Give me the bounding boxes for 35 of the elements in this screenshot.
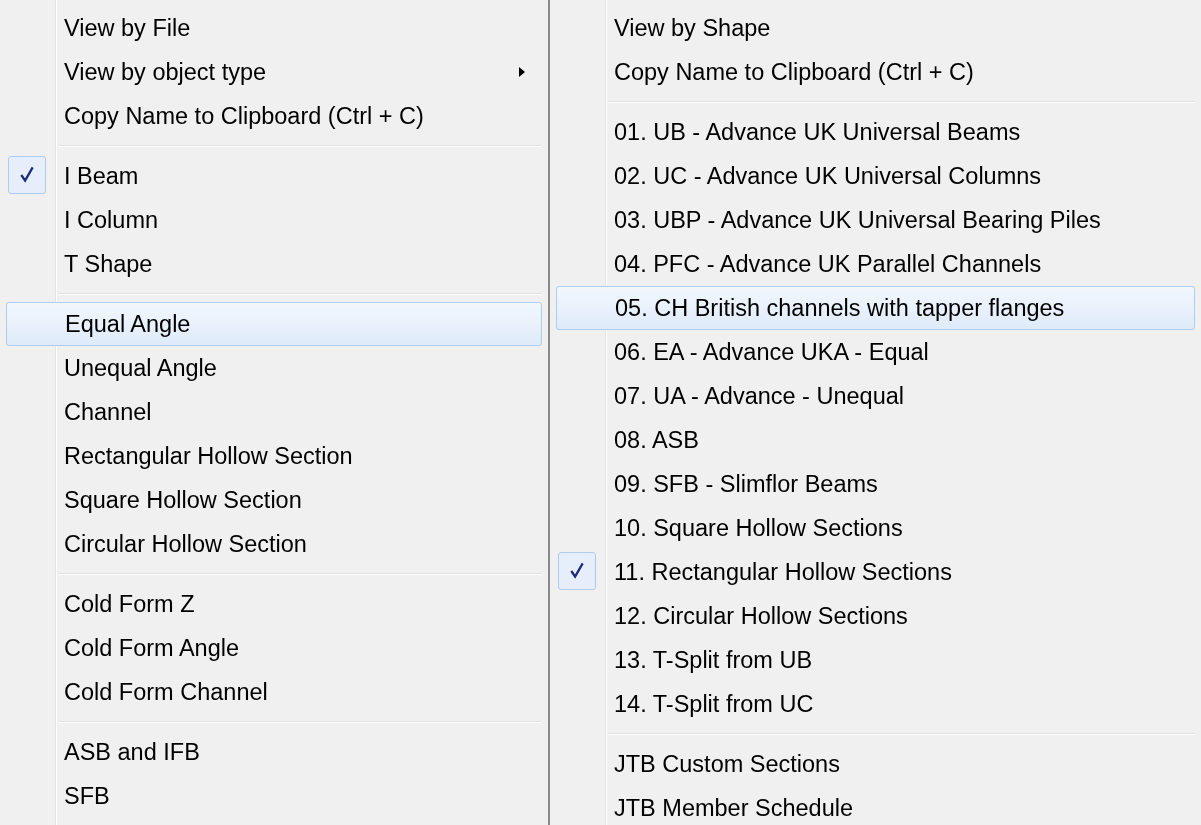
menu-item[interactable]: 07. UA - Advance - Unequal (556, 374, 1195, 418)
menu-item[interactable]: 13. T-Split from UB (556, 638, 1195, 682)
menu-item[interactable]: JTB Member Schedule (556, 786, 1195, 825)
menu-item[interactable]: Copy Name to Clipboard (Ctrl + C) (6, 94, 542, 138)
menu-item[interactable]: 03. UBP - Advance UK Universal Bearing Piles (556, 198, 1195, 242)
menu-item[interactable]: 04. PFC - Advance UK Parallel Channels (556, 242, 1195, 286)
menu-item[interactable]: Unequal Angle (6, 346, 542, 390)
menu-item[interactable]: Channel (6, 390, 542, 434)
menu-item[interactable]: Rectangular Hollow Section (6, 434, 542, 478)
menu-item[interactable]: View by object type (6, 50, 542, 94)
menu-item[interactable]: 10. Square Hollow Sections (556, 506, 1195, 550)
menu-item[interactable]: 08. ASB (556, 418, 1195, 462)
menu-item[interactable]: 11. Rectangular Hollow Sections (556, 550, 1195, 594)
menu-item[interactable]: Cold Form Angle (6, 626, 542, 670)
menu-item[interactable]: 14. T-Split from UC (556, 682, 1195, 726)
menu-item[interactable]: SFB (6, 774, 542, 818)
menu-item[interactable]: 06. EA - Advance UKA - Equal (556, 330, 1195, 374)
menu-item[interactable]: Circular Hollow Section (6, 522, 542, 566)
menu-item[interactable]: 01. UB - Advance UK Universal Beams (556, 110, 1195, 154)
menu-item[interactable]: View by File (6, 6, 542, 50)
menu-item[interactable]: View by Shape (556, 6, 1195, 50)
menu-item[interactable]: Equal Angle (6, 302, 542, 346)
menu-item[interactable]: I Beam (6, 154, 542, 198)
menu-item[interactable]: I Column (6, 198, 542, 242)
menu-item[interactable]: Square Hollow Section (6, 478, 542, 522)
menu-item[interactable]: T Shape (6, 242, 542, 286)
menu-item[interactable]: ASB and IFB (6, 730, 542, 774)
menu-item[interactable]: 05. CH British channels with tapper flanges (556, 286, 1195, 330)
menu-item[interactable]: 12. Circular Hollow Sections (556, 594, 1195, 638)
menu-item[interactable]: JTB Custom Sections (556, 742, 1195, 786)
menu-item[interactable]: Cold Form Z (6, 582, 542, 626)
menu-item[interactable]: Copy Name to Clipboard (Ctrl + C) (556, 50, 1195, 94)
menu-item[interactable]: 02. UC - Advance UK Universal Columns (556, 154, 1195, 198)
menu-item[interactable]: Cold Form Channel (6, 670, 542, 714)
menu-item[interactable]: 09. SFB - Slimflor Beams (556, 462, 1195, 506)
